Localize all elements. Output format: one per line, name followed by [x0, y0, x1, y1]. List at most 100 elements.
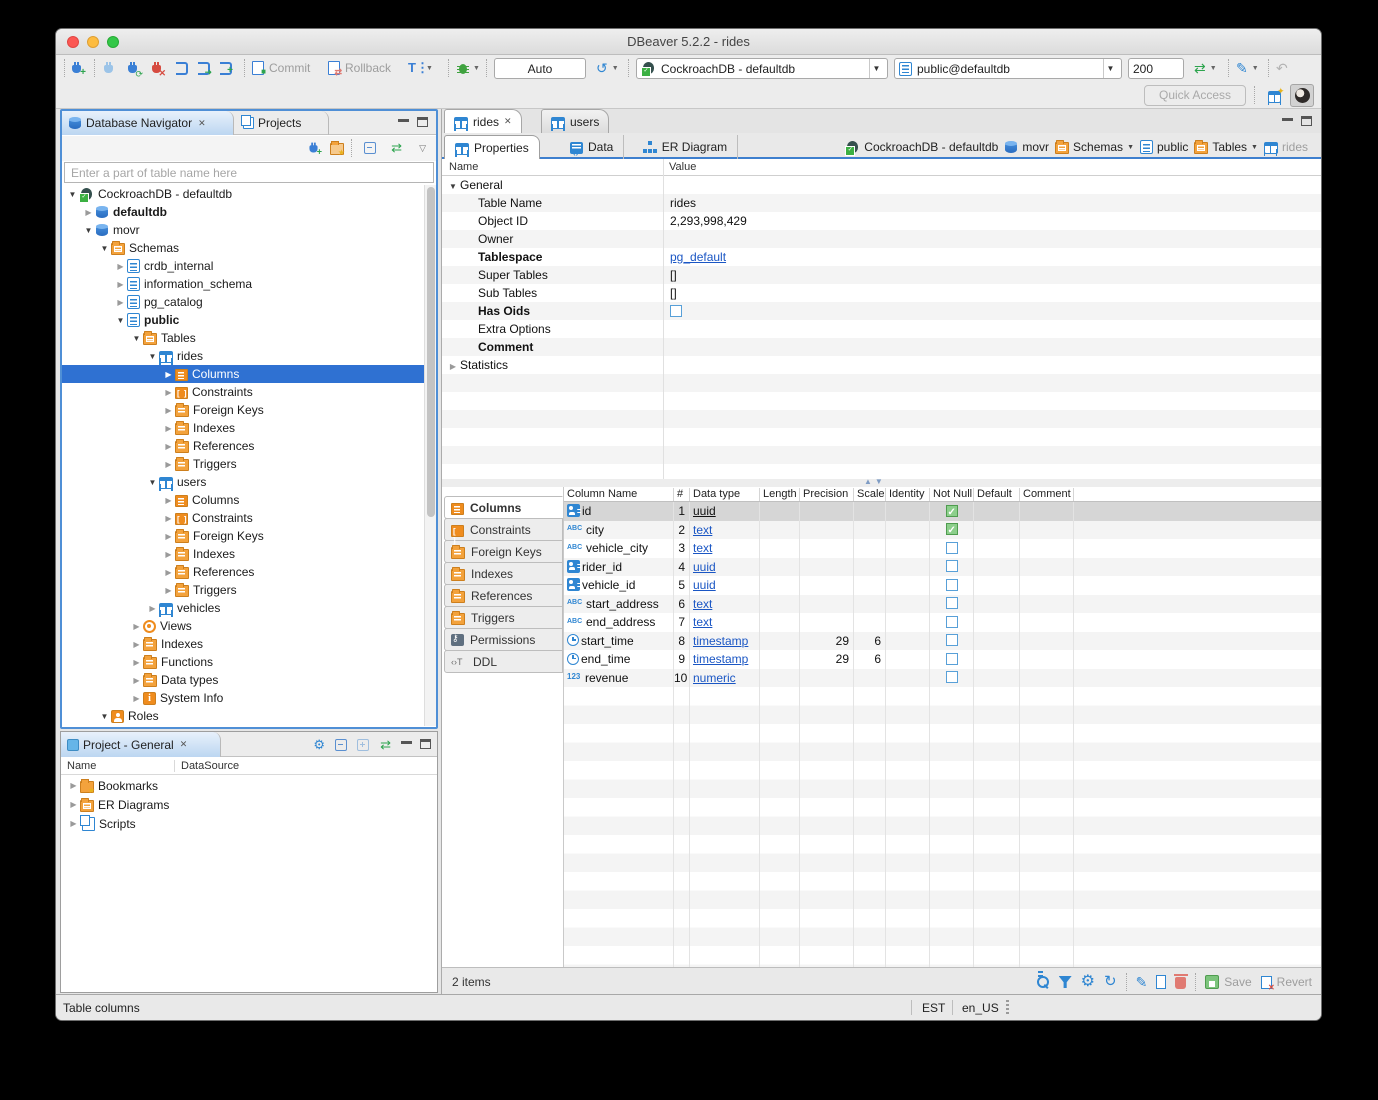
expand-arrow-icon[interactable]: ▶: [162, 550, 175, 559]
sash-arrows-icon[interactable]: ▲▼: [864, 477, 886, 486]
property-row-statistics[interactable]: ▶Statistics: [442, 356, 1322, 374]
tree-item-columns[interactable]: ▶Columns: [62, 491, 424, 509]
tree-item-tables[interactable]: ▼Tables: [62, 329, 424, 347]
column-row-vehicle_city[interactable]: ABCvehicle_city3text: [564, 539, 1322, 558]
breadcrumb-cockroachdb-defaultdb[interactable]: CockroachDB - defaultdb: [845, 140, 998, 155]
grid-header-default[interactable]: Default: [974, 488, 1020, 501]
minimize-icon[interactable]: [1282, 116, 1293, 121]
property-row-super-tables[interactable]: Super Tables[]: [442, 266, 1322, 284]
grid-cell[interactable]: [974, 539, 1020, 558]
expand-arrow-icon[interactable]: ▶: [82, 208, 95, 217]
property-value[interactable]: [670, 176, 1322, 194]
property-value[interactable]: rides: [670, 194, 1322, 212]
grid-cell[interactable]: [886, 613, 930, 632]
expand-arrow-icon[interactable]: ▶: [162, 586, 175, 595]
minimize-icon[interactable]: [401, 739, 412, 744]
grid-cell[interactable]: [854, 502, 886, 521]
grid-cell[interactable]: [854, 613, 886, 632]
grid-cell[interactable]: [800, 669, 854, 688]
data-type-link[interactable]: text: [693, 615, 712, 629]
tree-item-foreign-keys[interactable]: ▶Foreign Keys: [62, 527, 424, 545]
checkbox-icon[interactable]: [670, 305, 682, 317]
grid-cell[interactable]: [760, 595, 800, 614]
column-row-id[interactable]: id1uuid: [564, 502, 1322, 521]
data-type-link[interactable]: timestamp: [693, 634, 748, 648]
tree-item-indexes[interactable]: ▶Indexes: [62, 419, 424, 437]
revert-button[interactable]: Revert: [1277, 975, 1312, 989]
project-item-bookmarks[interactable]: ▶Bookmarks: [61, 776, 437, 795]
property-row-owner[interactable]: Owner: [442, 230, 1322, 248]
grid-cell[interactable]: text: [690, 539, 760, 558]
grid-cell[interactable]: [1020, 613, 1074, 632]
grid-cell[interactable]: [800, 576, 854, 595]
editor-minmax[interactable]: [1282, 116, 1312, 126]
tree-item-indexes[interactable]: ▶Indexes: [62, 635, 424, 653]
breadcrumb-public[interactable]: public: [1140, 140, 1188, 154]
grid-cell[interactable]: [760, 521, 800, 540]
not-null-checkbox[interactable]: [946, 579, 958, 591]
close-icon[interactable]: ✕: [198, 118, 206, 129]
grid-cell[interactable]: [886, 650, 930, 669]
expand-arrow-icon[interactable]: ▶: [162, 568, 175, 577]
tree-item-functions[interactable]: ▶Functions: [62, 653, 424, 671]
grid-cell[interactable]: 123revenue: [564, 669, 674, 688]
grid-cell[interactable]: 7: [674, 613, 690, 632]
tree-item-pg-catalog[interactable]: ▶pg_catalog: [62, 293, 424, 311]
grid-header-not-null[interactable]: Not Null: [930, 488, 974, 501]
expand-arrow-icon[interactable]: ▶: [146, 604, 159, 613]
filter-icon[interactable]: [1059, 976, 1072, 988]
grid-cell[interactable]: [800, 521, 854, 540]
property-value[interactable]: [670, 338, 1322, 356]
breadcrumb-rides[interactable]: rides: [1264, 140, 1308, 154]
tree-item-indexes[interactable]: ▶Indexes: [62, 545, 424, 563]
not-null-checkbox[interactable]: [946, 597, 958, 609]
grid-cell[interactable]: [886, 558, 930, 577]
subtab-properties[interactable]: Properties: [444, 135, 540, 159]
sql-editor-button[interactable]: [176, 58, 188, 78]
tree-item-movr[interactable]: ▼movr: [62, 221, 424, 239]
collapse-arrow-icon[interactable]: ▼: [130, 334, 143, 343]
grid-cell[interactable]: [930, 539, 974, 558]
property-row-general[interactable]: ▼General: [442, 176, 1322, 194]
grid-cell[interactable]: [974, 502, 1020, 521]
grid-cell[interactable]: [760, 632, 800, 651]
grid-cell[interactable]: text: [690, 613, 760, 632]
grid-cell[interactable]: [1020, 595, 1074, 614]
project-minmax[interactable]: [401, 739, 431, 749]
table-filter-input[interactable]: [64, 162, 434, 183]
grid-cell[interactable]: text: [690, 521, 760, 540]
search-icon[interactable]: [1037, 976, 1050, 989]
subtab-er-diagram[interactable]: ER Diagram: [633, 135, 738, 159]
grid-cell[interactable]: uuid: [690, 558, 760, 577]
grid-cell[interactable]: end_time: [564, 650, 674, 669]
maximize-icon[interactable]: [420, 739, 431, 749]
grid-header-data-type[interactable]: Data type: [690, 488, 760, 501]
commit-mode-combo[interactable]: Auto: [494, 58, 586, 79]
tab-project-general[interactable]: Project - General ✕: [61, 732, 221, 757]
connect-button[interactable]: [102, 58, 115, 78]
timezone-indicator[interactable]: EST: [922, 1001, 945, 1015]
grid-cell[interactable]: 10: [674, 669, 690, 688]
open-perspective-button[interactable]: ✦: [1262, 84, 1286, 107]
editor-tab-rides[interactable]: rides✕: [444, 109, 522, 133]
grid-cell[interactable]: [1020, 502, 1074, 521]
grid-cell[interactable]: [930, 502, 974, 521]
grid-cell[interactable]: [1020, 539, 1074, 558]
grid-cell[interactable]: ABCend_address: [564, 613, 674, 632]
save-button[interactable]: Save: [1224, 975, 1251, 989]
tree-item-roles[interactable]: ▼Roles: [62, 707, 424, 725]
project-expand-all-button[interactable]: [357, 735, 369, 755]
grid-cell[interactable]: ABCcity: [564, 521, 674, 540]
expand-arrow-icon[interactable]: ▶: [130, 658, 143, 667]
grid-cell[interactable]: [854, 558, 886, 577]
expand-arrow-icon[interactable]: ▶: [67, 800, 80, 809]
maximize-icon[interactable]: [417, 117, 428, 127]
revert-icon[interactable]: [1261, 976, 1272, 989]
breadcrumb-movr[interactable]: movr: [1004, 140, 1049, 154]
grid-cell[interactable]: ABCstart_address: [564, 595, 674, 614]
value-link[interactable]: pg_default: [670, 250, 726, 264]
grid-header-precision[interactable]: Precision: [800, 488, 854, 501]
grid-cell[interactable]: [974, 521, 1020, 540]
column-row-start_address[interactable]: ABCstart_address6text: [564, 595, 1322, 614]
grid-cell[interactable]: text: [690, 595, 760, 614]
